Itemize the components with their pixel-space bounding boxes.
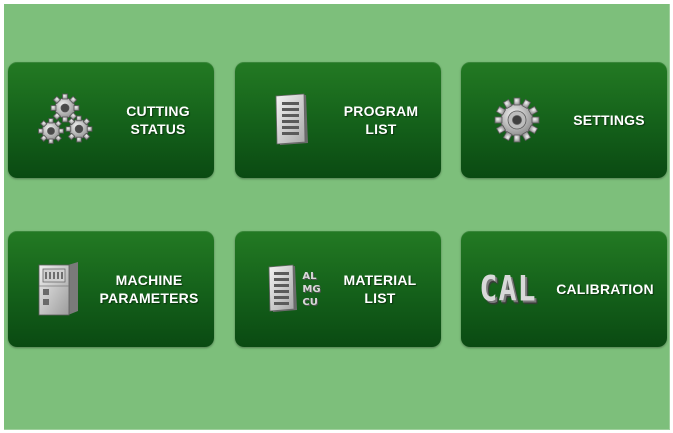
material-list-button[interactable]: AL MG CU MATERIAL LIST (235, 231, 441, 347)
gear-icon (491, 62, 543, 178)
material-list-label-line2: LIST (364, 290, 396, 306)
material-code-cu: CU (302, 296, 318, 308)
material-code-al: AL (302, 270, 317, 282)
cal-icon: CAL (469, 231, 547, 347)
program-list-button[interactable]: PROGRAM LIST (235, 62, 441, 178)
cal-icon-text: CAL (479, 268, 537, 310)
program-list-label: PROGRAM LIST (327, 62, 435, 178)
material-list-label: MATERIAL LIST (325, 231, 435, 347)
calibration-label-line1: CALIBRATION (556, 281, 654, 297)
document-list-icon (271, 62, 315, 178)
gears-icon (36, 62, 96, 178)
material-list-label-line1: MATERIAL (343, 272, 417, 288)
main-menu-screen: CUTTING STATUS PROGRAM LIST SETTINGS MAC… (4, 4, 670, 430)
calibration-button[interactable]: CAL CALIBRATION (461, 231, 667, 347)
machine-parameters-label: MACHINE PARAMETERS (90, 231, 208, 347)
material-code-mg: MG (302, 283, 321, 295)
machine-parameters-label-line1: MACHINE (115, 272, 183, 288)
settings-label-line1: SETTINGS (573, 112, 645, 128)
cutting-status-label-line2: STATUS (130, 121, 186, 137)
cutting-status-label: CUTTING STATUS (108, 62, 208, 178)
settings-button[interactable]: SETTINGS (461, 62, 667, 178)
settings-label: SETTINGS (557, 62, 661, 178)
program-list-label-line2: LIST (365, 121, 397, 137)
cutting-status-button[interactable]: CUTTING STATUS (8, 62, 214, 178)
machine-cabinet-icon (34, 231, 84, 347)
cutting-status-label-line1: CUTTING (126, 103, 190, 119)
machine-parameters-button[interactable]: MACHINE PARAMETERS (8, 231, 214, 347)
material-list-icon: AL MG CU (265, 231, 323, 347)
calibration-label: CALIBRATION (547, 231, 663, 347)
program-list-label-line1: PROGRAM (343, 103, 419, 119)
material-codes: AL MG CU (302, 270, 320, 309)
machine-parameters-label-line2: PARAMETERS (99, 290, 199, 306)
